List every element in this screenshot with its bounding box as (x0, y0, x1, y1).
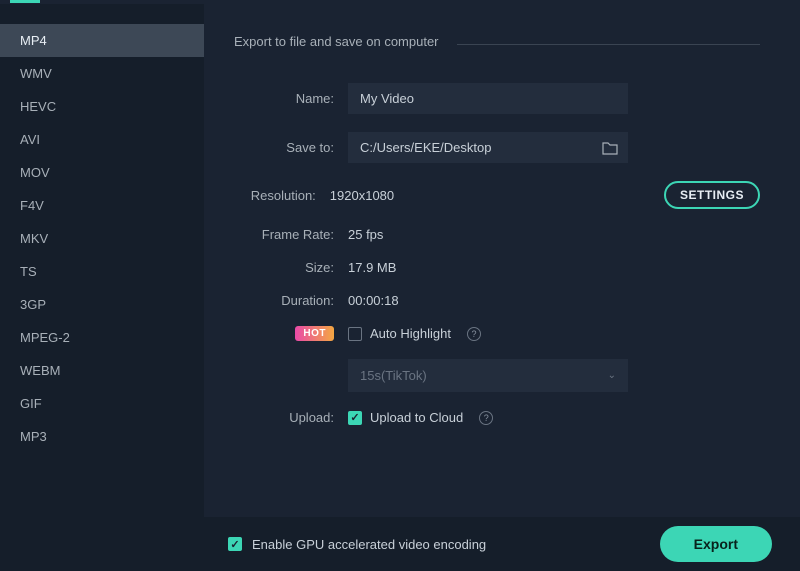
divider (457, 44, 760, 45)
help-icon[interactable]: ? (467, 327, 481, 341)
select-value: 15s(TikTok) (360, 368, 427, 383)
sidebar-item-webm[interactable]: WEBM (0, 354, 204, 387)
size-label: Size: (234, 260, 334, 275)
sidebar-item-mp3[interactable]: MP3 (0, 420, 204, 453)
upload-cloud-checkbox[interactable] (348, 411, 362, 425)
name-label: Name: (234, 91, 334, 106)
folder-icon[interactable] (602, 141, 618, 155)
sidebar-item-mpeg2[interactable]: MPEG-2 (0, 321, 204, 354)
section-title: Export to file and save on computer (234, 34, 439, 49)
save-to-label: Save to: (234, 140, 334, 155)
auto-highlight-label: Auto Highlight (370, 326, 451, 341)
auto-highlight-select[interactable]: 15s(TikTok) ⌄ (348, 359, 628, 392)
upload-cloud-label: Upload to Cloud (370, 410, 463, 425)
sidebar-item-mkv[interactable]: MKV (0, 222, 204, 255)
export-button[interactable]: Export (660, 526, 772, 562)
footer-bar: Enable GPU accelerated video encoding Ex… (0, 517, 800, 571)
save-path-input[interactable] (348, 132, 602, 163)
sidebar-item-mp4[interactable]: MP4 (0, 24, 204, 57)
resolution-label: Resolution: (234, 188, 316, 203)
hot-badge: HOT (295, 326, 334, 341)
gpu-checkbox[interactable] (228, 537, 242, 551)
sidebar-item-f4v[interactable]: F4V (0, 189, 204, 222)
name-input[interactable] (348, 83, 628, 114)
chevron-down-icon: ⌄ (608, 370, 616, 381)
framerate-value: 25 fps (348, 227, 383, 242)
gpu-label: Enable GPU accelerated video encoding (252, 537, 486, 552)
sidebar-item-wmv[interactable]: WMV (0, 57, 204, 90)
duration-value: 00:00:18 (348, 293, 399, 308)
auto-highlight-checkbox[interactable] (348, 327, 362, 341)
export-settings-panel: Export to file and save on computer Name… (204, 4, 800, 517)
sidebar-item-ts[interactable]: TS (0, 255, 204, 288)
sidebar-item-3gp[interactable]: 3GP (0, 288, 204, 321)
sidebar-item-gif[interactable]: GIF (0, 387, 204, 420)
framerate-label: Frame Rate: (234, 227, 334, 242)
duration-label: Duration: (234, 293, 334, 308)
size-value: 17.9 MB (348, 260, 396, 275)
settings-button[interactable]: SETTINGS (664, 181, 760, 209)
format-sidebar: MP4 WMV HEVC AVI MOV F4V MKV TS 3GP MPEG… (0, 4, 204, 517)
sidebar-item-hevc[interactable]: HEVC (0, 90, 204, 123)
resolution-value: 1920x1080 (330, 188, 394, 203)
upload-label: Upload: (234, 410, 334, 425)
sidebar-item-mov[interactable]: MOV (0, 156, 204, 189)
sidebar-item-avi[interactable]: AVI (0, 123, 204, 156)
help-icon[interactable]: ? (479, 411, 493, 425)
